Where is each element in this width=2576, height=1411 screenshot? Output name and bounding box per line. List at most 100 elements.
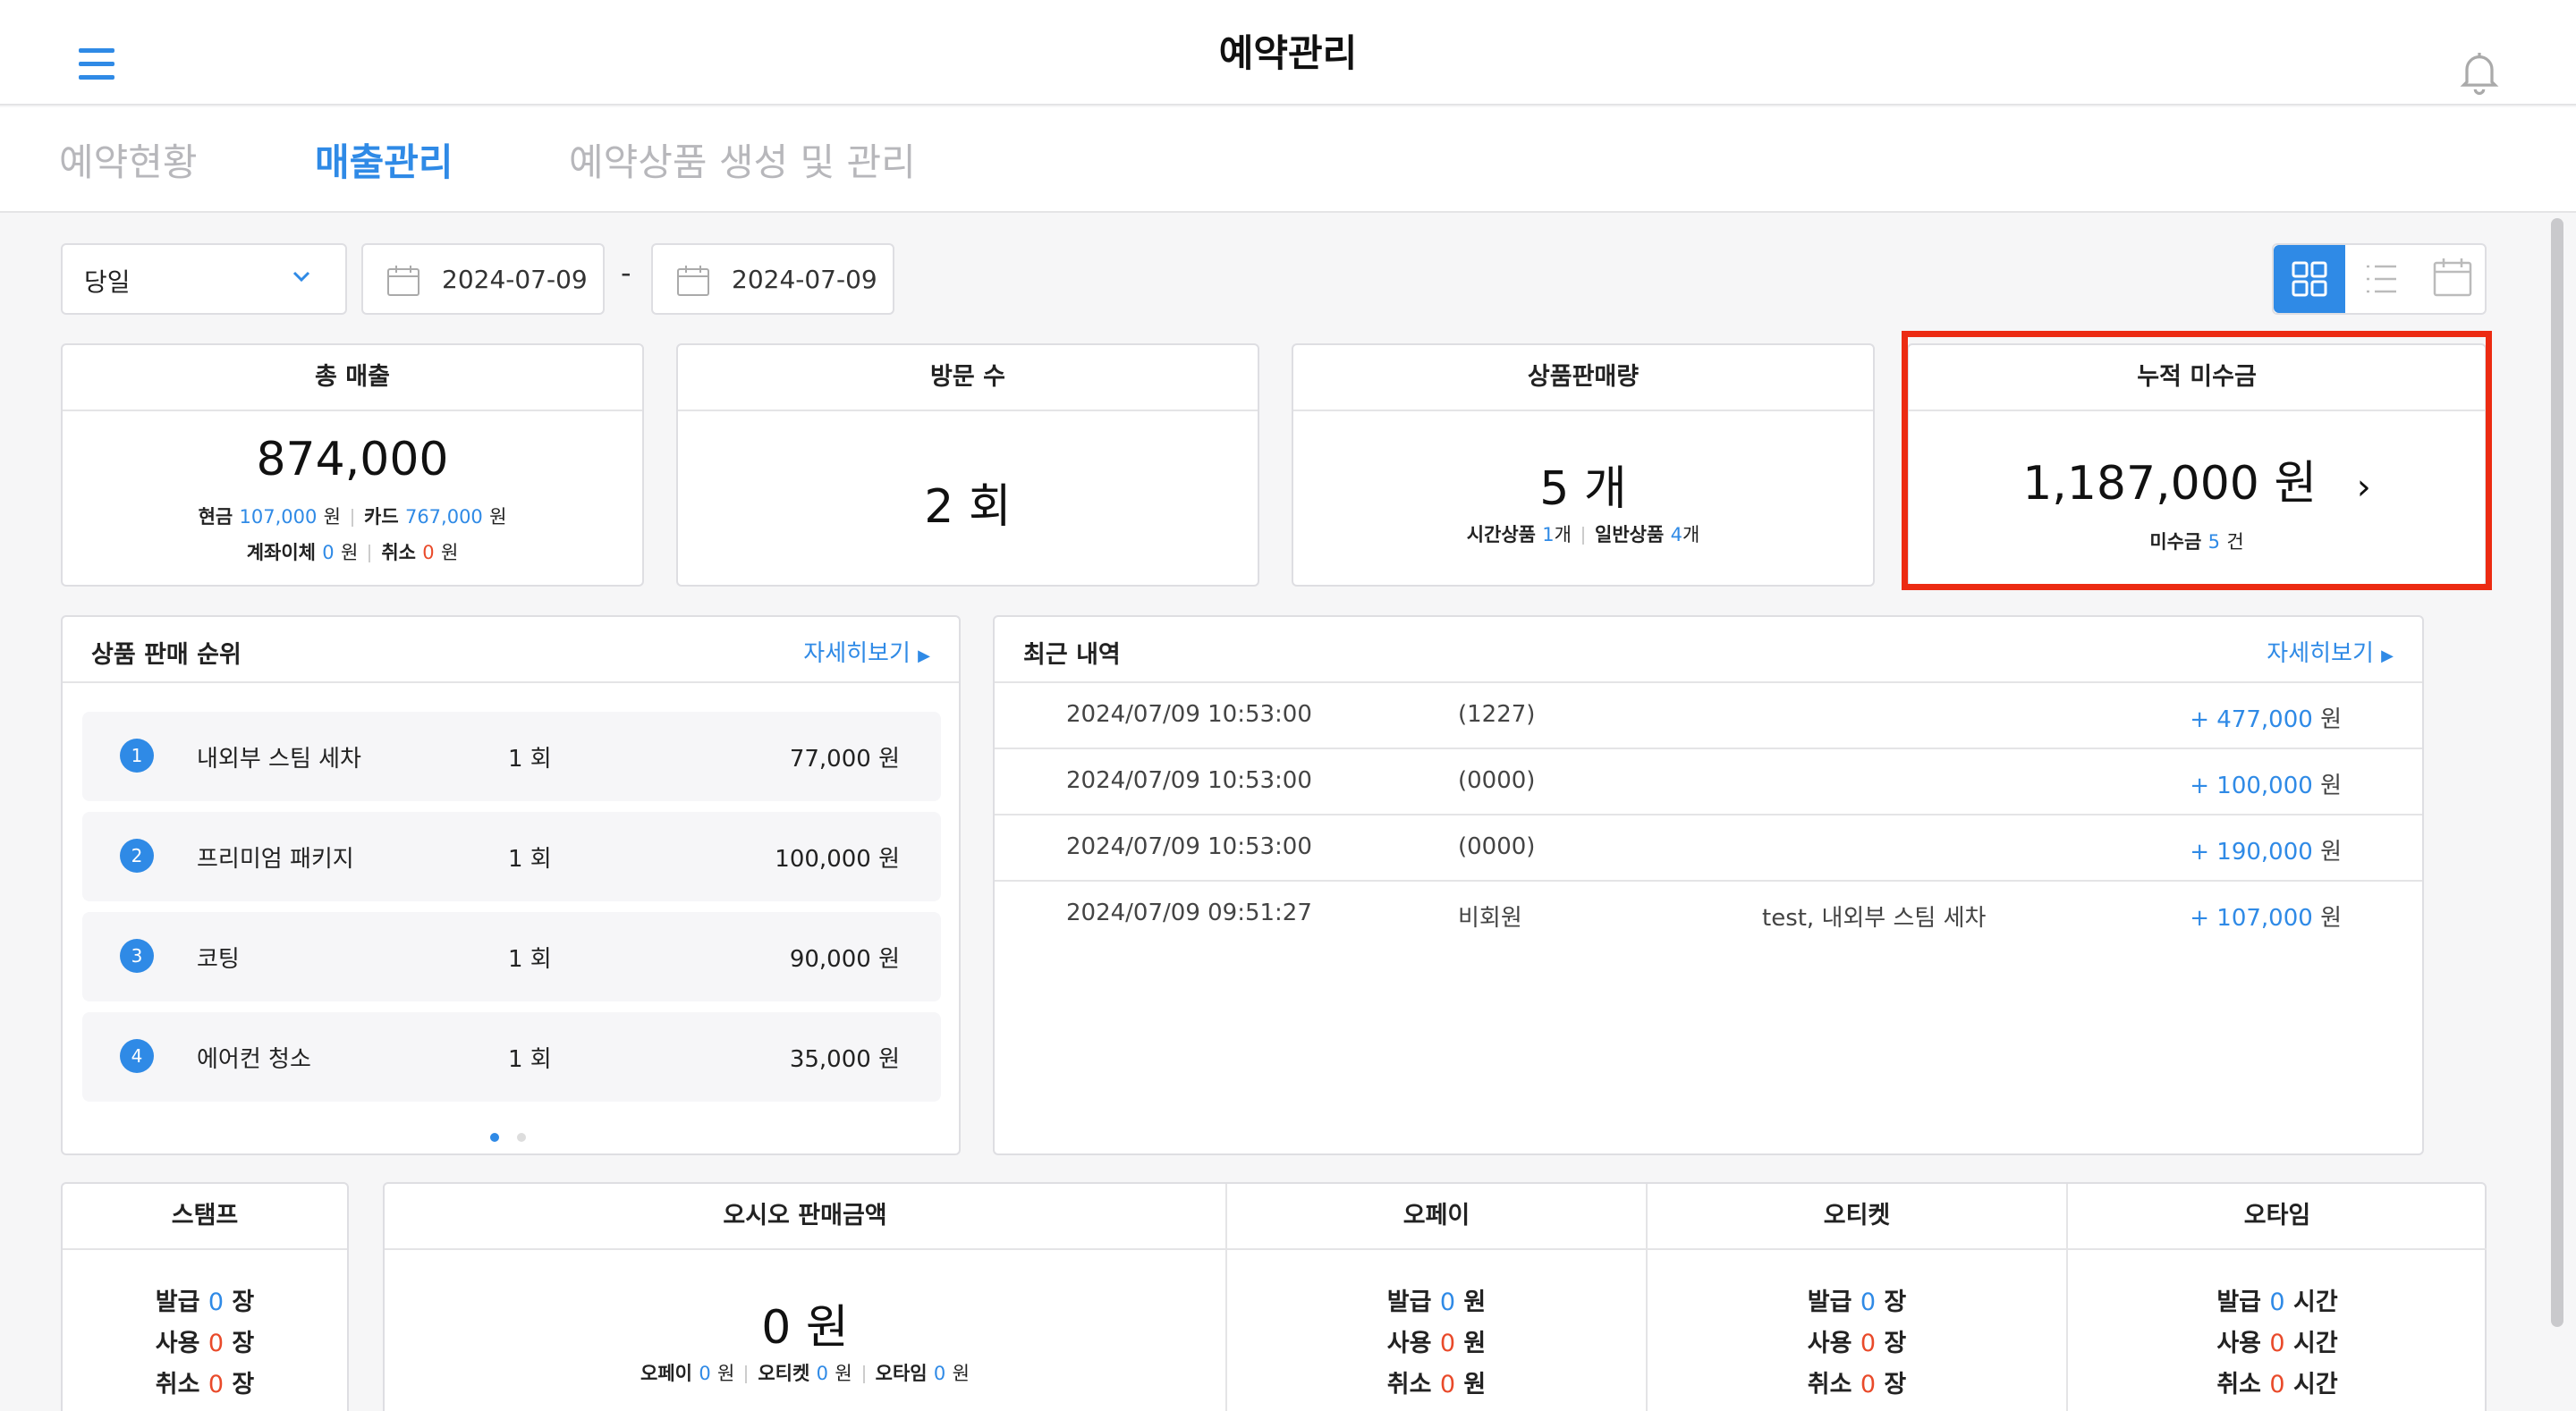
time-product-value: 1 (1542, 524, 1555, 545)
total-sales-title: 총 매출 (63, 345, 642, 411)
end-date-value: 2024-07-09 (732, 265, 877, 294)
recent-more-label: 자세히보기 (2267, 640, 2374, 667)
oticket-label: 오티켓 (758, 1363, 810, 1384)
visits-card: 방문 수 2 회 (676, 343, 1259, 587)
tab-product-management[interactable]: 예약상품 생성 및 관리 (569, 132, 916, 187)
rank-badge: 2 (120, 839, 154, 873)
row-customer: (1227) (1458, 701, 1536, 728)
list-icon (2367, 265, 2396, 293)
otime-title: 오타임 (2068, 1184, 2487, 1250)
vertical-scrollbar[interactable] (2551, 218, 2563, 1327)
list-view-button[interactable] (2345, 245, 2417, 313)
osio-breakdown: 오페이 0 원 오티켓 0 원 오타임 0 원 (385, 1359, 1225, 1386)
view-switcher (2272, 243, 2487, 315)
calendar-view-button[interactable] (2417, 245, 2488, 313)
product-count: 1 회 (508, 846, 552, 873)
list-item[interactable]: 2 프리미엄 패키지 1 회 100,000 원 (82, 812, 941, 901)
unit: 원 (2320, 839, 2342, 866)
unit: 시간 (2293, 1330, 2338, 1357)
otime-cancel: 취소 0 시간 (2068, 1365, 2487, 1399)
osio-sales-card: 오시오 판매금액 0 원 오페이 0 원 오티켓 0 원 오타임 0 원 (385, 1184, 1225, 1411)
recent-history-panel: 최근 내역 자세히보기 ▶ 2024/07/09 10:53:00 (1227)… (993, 615, 2424, 1155)
unit: 장 (1884, 1330, 1907, 1357)
cancel-label: 취소 (2216, 1371, 2261, 1398)
oticket-value: 0 (816, 1363, 828, 1384)
total-sales-card: 총 매출 874,000 현금 107,000 원 카드 767,000 원 계좌… (61, 343, 644, 587)
grid-view-button[interactable] (2274, 245, 2345, 313)
stamp-title: 스탬프 (63, 1184, 347, 1250)
rank-badge: 4 (120, 1039, 154, 1073)
list-item[interactable]: 3 코팅 1 회 90,000 원 (82, 912, 941, 1001)
tab-sales-management[interactable]: 매출관리 (315, 132, 453, 187)
unit: 개 (1682, 524, 1700, 545)
issue-label: 발급 (1807, 1288, 1852, 1316)
bell-icon[interactable] (2454, 46, 2504, 97)
transfer-label: 계좌이체 (246, 542, 316, 563)
otime-label: 오타임 (875, 1363, 928, 1384)
stamp-cancel: 취소 0 장 (63, 1365, 347, 1399)
general-product-label: 일반상품 (1595, 524, 1665, 545)
use-label: 사용 (155, 1330, 200, 1357)
tab-reservation-status[interactable]: 예약현황 (59, 132, 198, 187)
period-select[interactable]: 당일 (61, 243, 347, 315)
product-name: 내외부 스팀 세차 (197, 746, 361, 773)
row-customer: 비회원 (1458, 905, 1522, 932)
oticket-issue: 발급 0 장 (1648, 1282, 2066, 1317)
transfer-value: 0 (322, 542, 335, 563)
recent-more-link[interactable]: 자세히보기 ▶ (2267, 635, 2394, 668)
end-date-field[interactable]: 2024-07-09 (651, 243, 894, 315)
product-sales-title: 상품판매량 (1293, 345, 1873, 411)
cash-value: 107,000 (239, 506, 318, 528)
cancel-value: 0 (1860, 1371, 1877, 1398)
unit: 개 (1554, 524, 1572, 545)
use-label: 사용 (1807, 1330, 1852, 1357)
unit: 원 (1463, 1330, 1487, 1357)
osio-sales-panel: 오시오 판매금액 0 원 오페이 0 원 오티켓 0 원 오타임 0 원 오페이 발… (383, 1182, 2487, 1411)
rank-badge: 1 (120, 739, 154, 773)
pagination-dots (490, 1128, 544, 1145)
calendar-icon (2433, 258, 2472, 297)
cancel-label: 취소 (155, 1371, 200, 1398)
product-amount: 77,000 원 (789, 746, 900, 773)
row-amount-value: + 100,000 (2190, 773, 2313, 799)
table-row[interactable]: 2024/07/09 10:53:00 (1227) + 477,000 원 (995, 683, 2422, 749)
cancel-value: 0 (1439, 1371, 1456, 1398)
cancel-label: 취소 (1807, 1371, 1852, 1398)
table-row[interactable]: 2024/07/09 10:53:00 (0000) + 190,000 원 (995, 815, 2422, 882)
opay-issue: 발급 0 원 (1227, 1282, 1646, 1317)
page-dot[interactable] (490, 1133, 499, 1142)
row-amount-value: + 190,000 (2190, 839, 2313, 866)
product-amount: 100,000 원 (775, 846, 900, 873)
unit: 원 (2320, 773, 2342, 799)
cancel-value: 0 (422, 542, 435, 563)
highlight-box (1902, 331, 2492, 590)
opay-value: 0 (699, 1363, 711, 1384)
payment-breakdown-line1: 현금 107,000 원 카드 767,000 원 (63, 503, 642, 529)
unit: 원 (1463, 1371, 1487, 1398)
time-product-label: 시간상품 (1466, 524, 1536, 545)
cancel-label: 취소 (1386, 1371, 1432, 1398)
list-item[interactable]: 1 내외부 스팀 세차 1 회 77,000 원 (82, 712, 941, 801)
list-item[interactable]: 4 에어컨 청소 1 회 35,000 원 (82, 1012, 941, 1102)
opay-title: 오페이 (1227, 1184, 1646, 1250)
product-amount: 35,000 원 (789, 1046, 900, 1073)
unit: 원 (835, 1363, 852, 1384)
table-row[interactable]: 2024/07/09 09:51:27 비회원 test, 내외부 스팀 세차 … (995, 882, 2422, 948)
start-date-field[interactable]: 2024-07-09 (361, 243, 605, 315)
use-value: 0 (1860, 1330, 1877, 1357)
card-value: 767,000 (404, 506, 483, 528)
unit: 장 (232, 1288, 255, 1316)
start-date-value: 2024-07-09 (442, 265, 588, 294)
caret-right-icon: ▶ (2381, 646, 2394, 665)
row-amount: + 100,000 원 (2190, 767, 2342, 800)
use-value: 0 (2269, 1330, 2285, 1357)
calendar-icon (677, 266, 709, 296)
stamp-card: 스탬프 발급 0 장 사용 0 장 취소 0 장 (61, 1182, 349, 1411)
ranking-more-link[interactable]: 자세히보기 ▶ (803, 635, 930, 668)
issue-label: 발급 (155, 1288, 200, 1316)
page-dot[interactable] (517, 1133, 526, 1142)
cash-label: 현금 (198, 506, 233, 528)
oticket-card: 오티켓 발급 0 장 사용 0 장 취소 0 장 (1648, 1184, 2066, 1411)
table-row[interactable]: 2024/07/09 10:53:00 (0000) + 100,000 원 (995, 749, 2422, 815)
use-value: 0 (1439, 1330, 1456, 1357)
